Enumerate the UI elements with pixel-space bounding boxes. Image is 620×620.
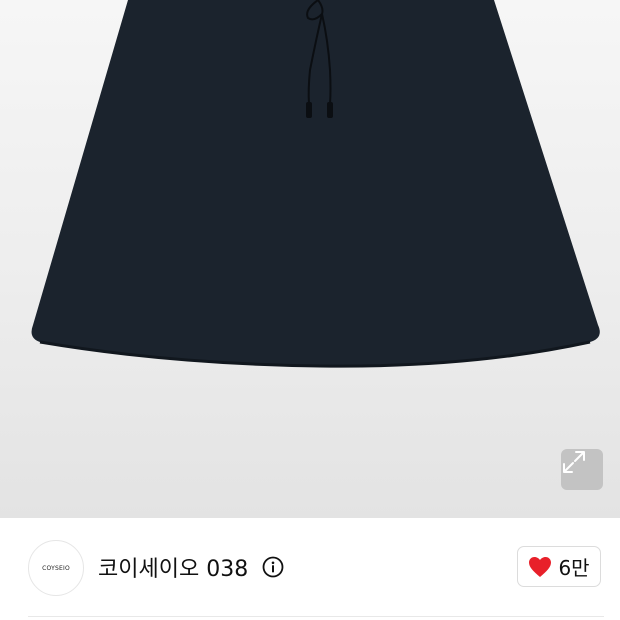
info-icon[interactable]	[262, 556, 284, 578]
brand-row: COYSEIO 코이세이오 038 6만	[0, 518, 620, 618]
divider	[28, 616, 604, 617]
brand-logo[interactable]: COYSEIO	[28, 540, 84, 596]
expand-button[interactable]	[561, 449, 603, 490]
brand-name[interactable]: 코이세이오 038	[98, 552, 248, 582]
brand-logo-text: COYSEIO	[42, 564, 70, 572]
like-button[interactable]: 6만	[517, 546, 601, 587]
like-count: 6만	[558, 556, 590, 580]
heart-icon	[529, 556, 552, 577]
expand-arrows-icon	[563, 451, 585, 473]
skirt-image	[31, 0, 600, 368]
product-image	[0, 0, 620, 518]
